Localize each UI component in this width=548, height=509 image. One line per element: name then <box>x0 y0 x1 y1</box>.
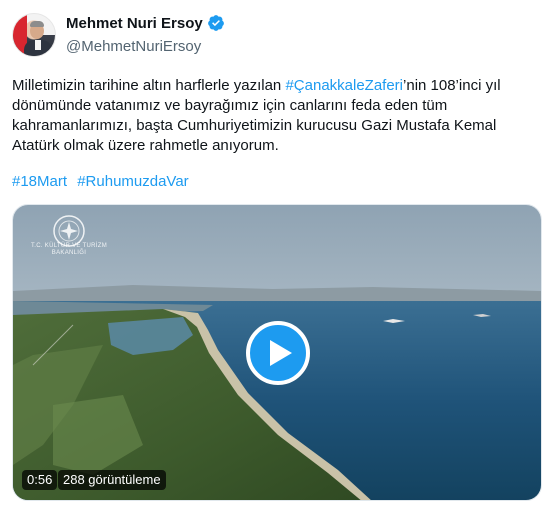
verified-badge-icon <box>207 15 224 31</box>
avatar[interactable] <box>12 13 56 57</box>
hashtag-list: #18Mart #RuhumuzdaVar <box>12 172 195 192</box>
video-duration: 0:56 <box>22 470 58 490</box>
author-name-row: Mehmet Nuri Ersoy <box>66 14 225 32</box>
view-count: 288 görüntüleme <box>58 470 166 490</box>
tweet: Mehmet Nuri Ersoy @MehmetNuriErsoy Mille… <box>0 0 548 509</box>
ministry-logo-icon <box>53 215 85 247</box>
hashtag-link[interactable]: #18Mart <box>12 173 67 190</box>
play-icon <box>270 340 292 366</box>
hashtag-link[interactable]: #ÇanakkaleZaferi <box>285 77 403 94</box>
play-button[interactable] <box>246 321 310 385</box>
author-handle[interactable]: @MehmetNuriErsoy <box>66 38 201 55</box>
tweet-text: Milletimizin tarihine altın harflerle ya… <box>12 77 501 154</box>
display-name[interactable]: Mehmet Nuri Ersoy <box>66 15 203 32</box>
logo-text: T.C. KÜLTÜR VE TURİZM BAKANLIĞI <box>30 243 108 256</box>
video-player[interactable]: T.C. KÜLTÜR VE TURİZM BAKANLIĞI 0:56 288… <box>12 204 542 501</box>
hashtag-link[interactable]: #RuhumuzdaVar <box>77 173 188 190</box>
